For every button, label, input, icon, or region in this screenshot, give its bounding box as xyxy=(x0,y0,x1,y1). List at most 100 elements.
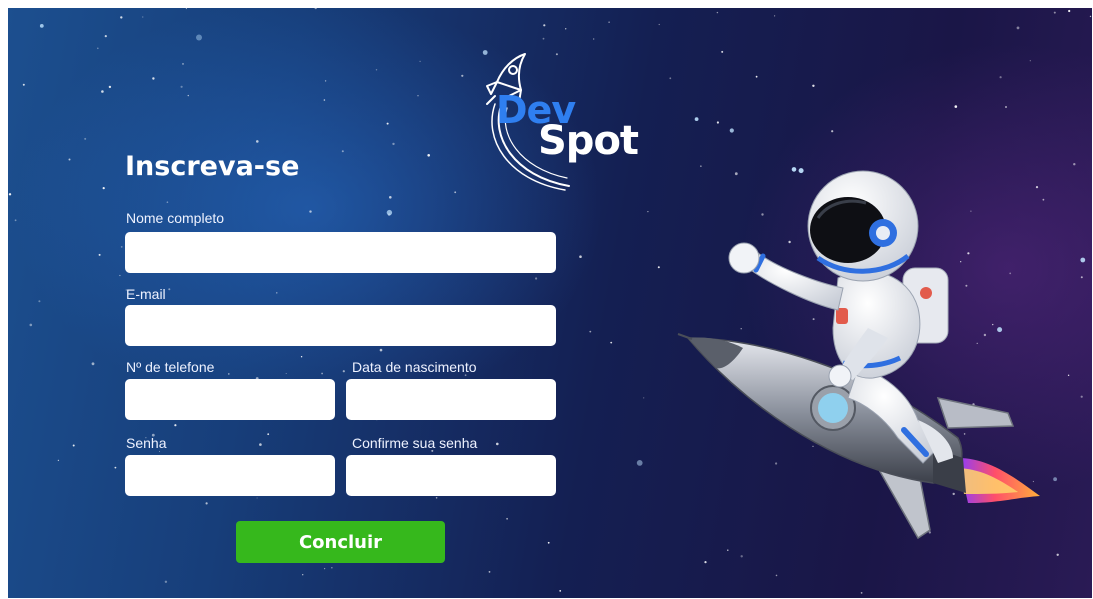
star xyxy=(91,362,95,366)
star xyxy=(309,210,312,213)
form-title: Inscreva-se xyxy=(125,151,300,182)
star xyxy=(84,137,87,140)
password-label: Senha xyxy=(126,435,167,451)
star xyxy=(775,574,778,577)
star xyxy=(488,571,491,573)
star xyxy=(187,94,189,97)
star xyxy=(185,8,187,10)
star xyxy=(120,16,123,19)
star xyxy=(119,274,121,277)
star xyxy=(375,69,378,71)
star xyxy=(29,323,33,327)
star xyxy=(342,370,345,373)
star xyxy=(565,28,567,30)
star xyxy=(114,466,117,469)
star xyxy=(159,451,160,452)
star xyxy=(1080,276,1083,279)
star xyxy=(1073,163,1076,166)
star xyxy=(694,117,699,121)
star xyxy=(506,517,508,520)
star xyxy=(72,444,75,447)
star xyxy=(1080,395,1083,398)
star xyxy=(1067,374,1070,376)
submit-button[interactable]: Concluir xyxy=(236,521,445,563)
star xyxy=(180,85,183,88)
star xyxy=(419,60,421,63)
star xyxy=(324,568,326,570)
star xyxy=(579,255,582,258)
star xyxy=(647,211,649,213)
star xyxy=(610,341,613,344)
star xyxy=(860,592,863,594)
logo-text-spot: Spot xyxy=(538,118,639,164)
email-input[interactable] xyxy=(125,305,556,346)
star xyxy=(120,246,123,248)
star xyxy=(658,23,660,26)
star xyxy=(386,122,389,125)
star xyxy=(496,442,499,446)
star xyxy=(152,77,155,80)
star xyxy=(14,219,17,222)
phone-input[interactable] xyxy=(125,379,335,420)
star xyxy=(1089,15,1092,18)
full-name-input[interactable] xyxy=(125,232,556,273)
star xyxy=(1029,60,1031,62)
star xyxy=(774,15,776,17)
star xyxy=(285,373,287,374)
star xyxy=(256,497,258,499)
star xyxy=(8,193,12,196)
star xyxy=(729,128,734,133)
star xyxy=(22,83,25,86)
star xyxy=(1080,257,1086,263)
star xyxy=(57,459,60,462)
star xyxy=(535,277,538,280)
star xyxy=(954,105,958,108)
star xyxy=(417,95,419,97)
birth-date-input[interactable] xyxy=(346,379,556,420)
star xyxy=(300,356,303,358)
birth-date-label: Data de nascimento xyxy=(352,359,477,375)
star xyxy=(427,154,431,157)
star xyxy=(755,75,758,78)
star xyxy=(704,561,707,564)
star xyxy=(331,567,333,569)
star xyxy=(108,85,112,89)
star xyxy=(643,397,645,399)
star xyxy=(101,90,104,93)
confirm-password-input[interactable] xyxy=(346,455,556,496)
star xyxy=(1016,26,1020,30)
star xyxy=(589,330,592,333)
star xyxy=(302,574,304,576)
star xyxy=(196,34,202,41)
signup-page: Dev Spot Inscreva-se Nome completo E-mai… xyxy=(8,8,1092,598)
star xyxy=(324,80,327,82)
star xyxy=(716,11,719,14)
star xyxy=(547,541,550,544)
star xyxy=(166,201,169,203)
star xyxy=(559,590,562,592)
password-input[interactable] xyxy=(125,455,335,496)
star xyxy=(1005,106,1007,108)
star xyxy=(999,76,1002,79)
star xyxy=(164,580,168,583)
star xyxy=(182,63,184,65)
star xyxy=(392,142,395,146)
star xyxy=(379,348,383,352)
star xyxy=(831,130,834,133)
star xyxy=(168,288,171,291)
star xyxy=(104,35,107,38)
star xyxy=(543,24,546,27)
email-label: E-mail xyxy=(126,286,166,302)
star xyxy=(256,140,259,143)
star xyxy=(593,38,595,40)
star xyxy=(341,150,344,153)
star xyxy=(142,16,144,18)
star xyxy=(259,443,262,446)
star xyxy=(669,77,672,80)
phone-label: Nº de telefone xyxy=(126,359,215,375)
star xyxy=(228,373,230,375)
star xyxy=(608,21,610,23)
full-name-label: Nome completo xyxy=(126,210,225,226)
star xyxy=(454,191,457,194)
star xyxy=(1053,11,1056,14)
